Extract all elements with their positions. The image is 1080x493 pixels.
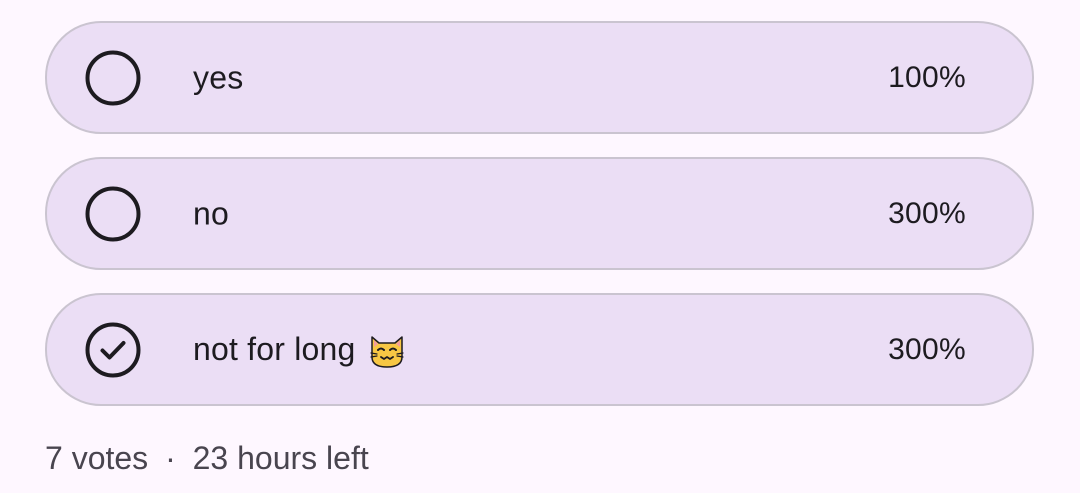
poll-option-yes[interactable]: yes 100% (45, 21, 1034, 134)
poll-option-label: yes (193, 59, 244, 95)
poll: yes 100% no 300% not for long 300% (45, 21, 1034, 429)
check-circle-icon[interactable] (85, 322, 141, 378)
poll-option-percent: 300% (888, 332, 966, 366)
time-left: 23 hours left (192, 440, 369, 476)
cat-face-emoji-icon (368, 331, 406, 369)
vote-count: 7 votes (45, 440, 149, 476)
poll-meta: 7 votes · 23 hours left (45, 440, 369, 477)
poll-option-label: no (193, 195, 229, 231)
meta-separator: · (165, 440, 176, 476)
poll-option-percent: 100% (888, 60, 966, 94)
poll-option-label: not for long (193, 331, 356, 367)
radio-unchecked-icon[interactable] (85, 186, 141, 242)
radio-unchecked-icon[interactable] (85, 50, 141, 106)
poll-option-not-for-long[interactable]: not for long 300% (45, 293, 1034, 406)
poll-option-percent: 300% (888, 196, 966, 230)
poll-option-no[interactable]: no 300% (45, 157, 1034, 270)
poll-option-label-wrap: not for long (193, 331, 406, 369)
